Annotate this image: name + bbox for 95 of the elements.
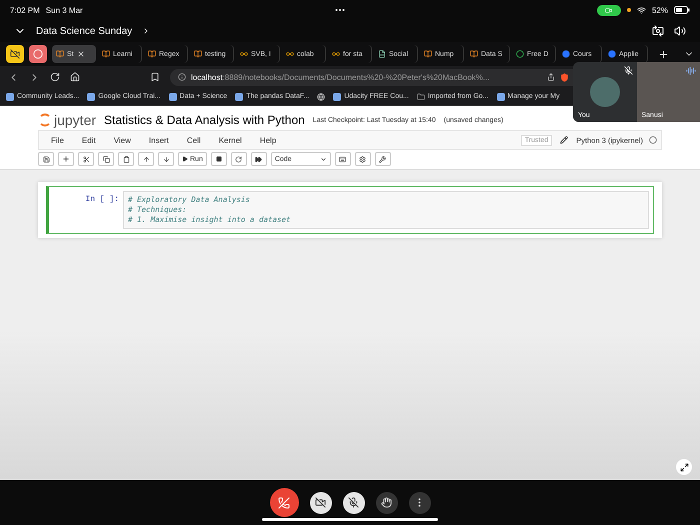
favicon-icon — [496, 92, 504, 100]
favicon-icon — [87, 92, 96, 100]
restart-icon — [235, 156, 242, 162]
menu-item[interactable]: Edit — [74, 136, 104, 144]
arrow-down-icon — [162, 156, 170, 162]
close-icon[interactable] — [76, 50, 85, 58]
muted-mic-icon — [624, 66, 632, 75]
keyboard-button[interactable] — [334, 152, 351, 166]
infinity-icon — [286, 50, 294, 58]
infinity-icon — [240, 50, 248, 58]
favicon-icon — [168, 92, 177, 100]
restart-button[interactable] — [230, 152, 247, 166]
mute-button[interactable] — [342, 492, 364, 514]
settings-button[interactable] — [354, 152, 371, 166]
infinity-icon — [332, 50, 340, 58]
add-cell-button[interactable] — [58, 152, 74, 166]
wrench-icon — [379, 156, 386, 162]
home-icon[interactable] — [70, 72, 80, 82]
paste-button[interactable] — [118, 152, 134, 166]
new-tab-icon[interactable] — [658, 48, 669, 60]
meeting-title[interactable]: Data Science Sunday — [36, 26, 132, 36]
shield-icon — [560, 72, 569, 82]
book-icon — [194, 50, 202, 58]
end-call-button[interactable] — [270, 488, 298, 517]
favicon-icon — [235, 92, 244, 100]
share-icon — [547, 73, 555, 81]
camera-off-icon — [315, 497, 326, 508]
run-all-button[interactable] — [250, 152, 267, 166]
favicon-icon — [333, 92, 342, 100]
save-button[interactable] — [38, 152, 54, 166]
c-logo-icon — [608, 50, 616, 58]
audio-icon — [686, 66, 696, 76]
ring-icon — [516, 50, 524, 58]
book-icon — [470, 50, 478, 58]
book-icon — [56, 50, 64, 58]
favicon-icon — [6, 92, 14, 100]
speaker-icon[interactable] — [674, 25, 686, 37]
menu-item[interactable]: File — [43, 136, 72, 144]
info-icon — [178, 73, 186, 81]
menu-item[interactable]: View — [106, 136, 139, 144]
status-date: Sun 3 Mar — [46, 6, 83, 14]
edit-icon[interactable] — [560, 136, 568, 144]
more-options-button[interactable] — [408, 492, 430, 514]
plus-icon — [62, 155, 70, 163]
video-camera-icon — [605, 6, 612, 14]
cut-button[interactable] — [78, 152, 94, 166]
status-time: 7:02 PM — [10, 6, 40, 14]
kernel-status-icon — [649, 136, 657, 144]
sheet-icon — [378, 50, 386, 58]
book-icon — [424, 50, 432, 58]
battery-icon — [674, 6, 690, 14]
record-button[interactable] — [29, 45, 47, 63]
phone-off-icon — [278, 496, 290, 508]
reload-icon[interactable] — [50, 72, 60, 82]
wifi-icon — [636, 6, 646, 14]
clipboard-icon — [122, 156, 130, 162]
book-icon — [102, 50, 110, 58]
move-down-button[interactable] — [158, 152, 174, 166]
stop-icon — [216, 156, 222, 162]
expand-icon — [680, 462, 688, 472]
folder-icon — [416, 92, 425, 100]
stop-button[interactable] — [210, 152, 227, 166]
camera-off-button[interactable] — [310, 492, 332, 514]
caret-icon — [320, 156, 327, 162]
menu-item[interactable]: Cell — [178, 136, 209, 144]
record-icon — [33, 49, 43, 59]
indicator-dot — [626, 8, 631, 12]
tool-button[interactable] — [374, 152, 391, 166]
fast-forward-icon — [255, 156, 262, 162]
menu-item[interactable]: Help — [252, 136, 284, 144]
mic-off-icon — [348, 497, 359, 508]
scissors-icon — [82, 156, 90, 162]
arrow-up-icon — [142, 156, 150, 162]
switch-camera-icon[interactable] — [652, 25, 664, 37]
save-icon — [42, 156, 50, 162]
raise-hand-button[interactable] — [376, 492, 398, 514]
keyboard-icon — [339, 156, 346, 162]
jupyter-logo[interactable]: jupyter — [40, 112, 96, 128]
c-logo-icon — [562, 50, 570, 58]
play-icon — [182, 156, 188, 162]
battery-percent: 52% — [652, 6, 668, 14]
camera-off-icon — [10, 49, 20, 59]
copy-button[interactable] — [98, 152, 114, 166]
camera-off-button[interactable] — [6, 45, 24, 63]
avatar-placeholder — [590, 77, 620, 107]
hand-icon — [381, 497, 392, 508]
book-icon — [148, 50, 156, 58]
bookmark-icon[interactable] — [150, 72, 160, 82]
cell-prompt: In [ ]: — [84, 194, 119, 206]
menu-item[interactable]: Insert — [140, 136, 177, 144]
globe-icon[interactable] — [317, 92, 326, 100]
menu-item[interactable]: Kernel — [210, 136, 250, 144]
settings-icon — [359, 156, 366, 162]
notebook-title[interactable]: Statistics & Data Analysis with Python — [104, 113, 305, 127]
copy-icon — [102, 156, 110, 162]
